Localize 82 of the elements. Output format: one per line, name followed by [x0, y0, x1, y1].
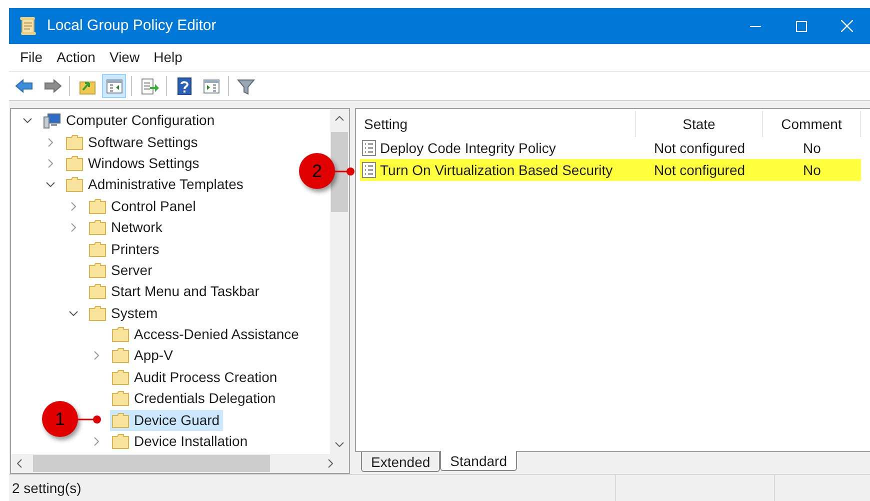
folder-icon: [89, 242, 106, 257]
vertical-scrollbar[interactable]: [330, 109, 349, 454]
table-row[interactable]: Turn On Virtualization Based Security Not configured No: [360, 159, 861, 181]
chevron-right-icon[interactable]: [48, 138, 52, 147]
filter-icon: [236, 77, 256, 95]
tree-item[interactable]: Server: [87, 260, 156, 281]
tree-item[interactable]: Software Settings: [64, 132, 201, 153]
chevron-down-icon: [335, 442, 344, 447]
tree-item[interactable]: Network: [87, 217, 166, 238]
folder-icon: [89, 306, 106, 321]
folder-icon: [89, 198, 106, 214]
forward-arrow-icon: [42, 77, 62, 95]
chevron-down-icon[interactable]: [22, 118, 32, 124]
table-cell-text: Not configured: [654, 160, 746, 180]
chevron-right-icon[interactable]: [70, 202, 76, 211]
folder-icon: [112, 370, 129, 385]
chevron-left-icon: [17, 459, 22, 468]
table-row[interactable]: Deploy Code Integrity Policy Not configured No: [360, 137, 861, 159]
menu-item[interactable]: File: [15, 46, 48, 68]
maximize-icon: [796, 20, 806, 32]
folder-icon: [89, 284, 106, 300]
scrollbar-thumb[interactable]: [331, 132, 348, 212]
tree-item[interactable]: Access-Denied Assistance: [110, 324, 302, 346]
horizontal-scrollbar[interactable]: [11, 454, 349, 473]
column-header[interactable]: State: [636, 111, 763, 137]
folder-icon: [112, 391, 129, 406]
scrollbar-thumb[interactable]: [33, 455, 270, 472]
action-pane-icon: [201, 77, 221, 95]
export-list-icon: [139, 77, 159, 95]
folder-icon: [66, 177, 83, 192]
folder-icon: [66, 134, 83, 150]
status-text: 2 setting(s): [9, 475, 616, 501]
folder-icon: [112, 327, 129, 342]
tree-item[interactable]: App-V: [110, 345, 176, 366]
chevron-down-icon[interactable]: [46, 182, 54, 188]
tree-item[interactable]: Device Installation: [110, 431, 251, 452]
table-cell-text: Turn On Virtualization Based Security: [380, 160, 613, 180]
policy-setting-icon: [362, 162, 376, 178]
menu-item[interactable]: Action: [52, 46, 100, 68]
table-cell-text: Not configured: [654, 138, 746, 158]
tab[interactable]: Standard: [440, 451, 517, 471]
leader-line: [333, 166, 355, 176]
column-header[interactable]: Setting: [356, 111, 636, 137]
policy-setting-icon: [362, 140, 376, 156]
folder-icon: [112, 348, 129, 364]
close-icon: [841, 20, 853, 32]
tree-item[interactable]: Printers: [87, 238, 162, 260]
tree-item[interactable]: Windows Settings: [64, 152, 202, 174]
tree-item[interactable]: Control Panel: [87, 196, 199, 217]
tab[interactable]: Extended: [361, 452, 440, 472]
menu-item[interactable]: View: [104, 46, 145, 68]
folder-icon: [89, 220, 106, 236]
computer-icon: [43, 112, 61, 129]
folder-icon: [66, 156, 83, 171]
folder-icon: [112, 434, 129, 450]
chevron-down-icon[interactable]: [68, 310, 78, 316]
scroll-icon: [19, 16, 37, 36]
menu-item[interactable]: Help: [148, 46, 188, 68]
tree-item[interactable]: Device Guard: [110, 410, 223, 431]
tree-item[interactable]: Start Menu and Taskbar: [87, 281, 262, 302]
leader-line: [76, 414, 102, 424]
folder-icon: [89, 262, 106, 278]
back-arrow-icon: [15, 77, 35, 95]
tree-item[interactable]: System: [87, 302, 161, 324]
toolbar-button[interactable]: [102, 74, 126, 98]
chevron-right-icon[interactable]: [94, 437, 98, 446]
table-cell-text: No: [803, 138, 821, 158]
tree-item[interactable]: Audit Process Creation: [110, 366, 280, 388]
chevron-right-icon: [328, 459, 333, 468]
chevron-up-icon: [335, 116, 344, 121]
folder-icon: [112, 412, 129, 428]
console-tree-icon: [104, 77, 124, 95]
tree-item[interactable]: Computer Configuration: [41, 110, 218, 132]
tree-item[interactable]: Credentials Delegation: [110, 388, 279, 410]
chevron-right-icon[interactable]: [48, 158, 52, 168]
chevron-right-icon[interactable]: [94, 351, 98, 360]
window-title: Local Group Policy Editor: [47, 16, 216, 36]
table-cell-text: No: [803, 160, 821, 180]
chevron-right-icon[interactable]: [70, 223, 76, 232]
table-cell-text: Deploy Code Integrity Policy: [380, 138, 556, 158]
column-header[interactable]: Comment: [763, 111, 861, 137]
tree-item[interactable]: Administrative Templates: [64, 174, 246, 196]
